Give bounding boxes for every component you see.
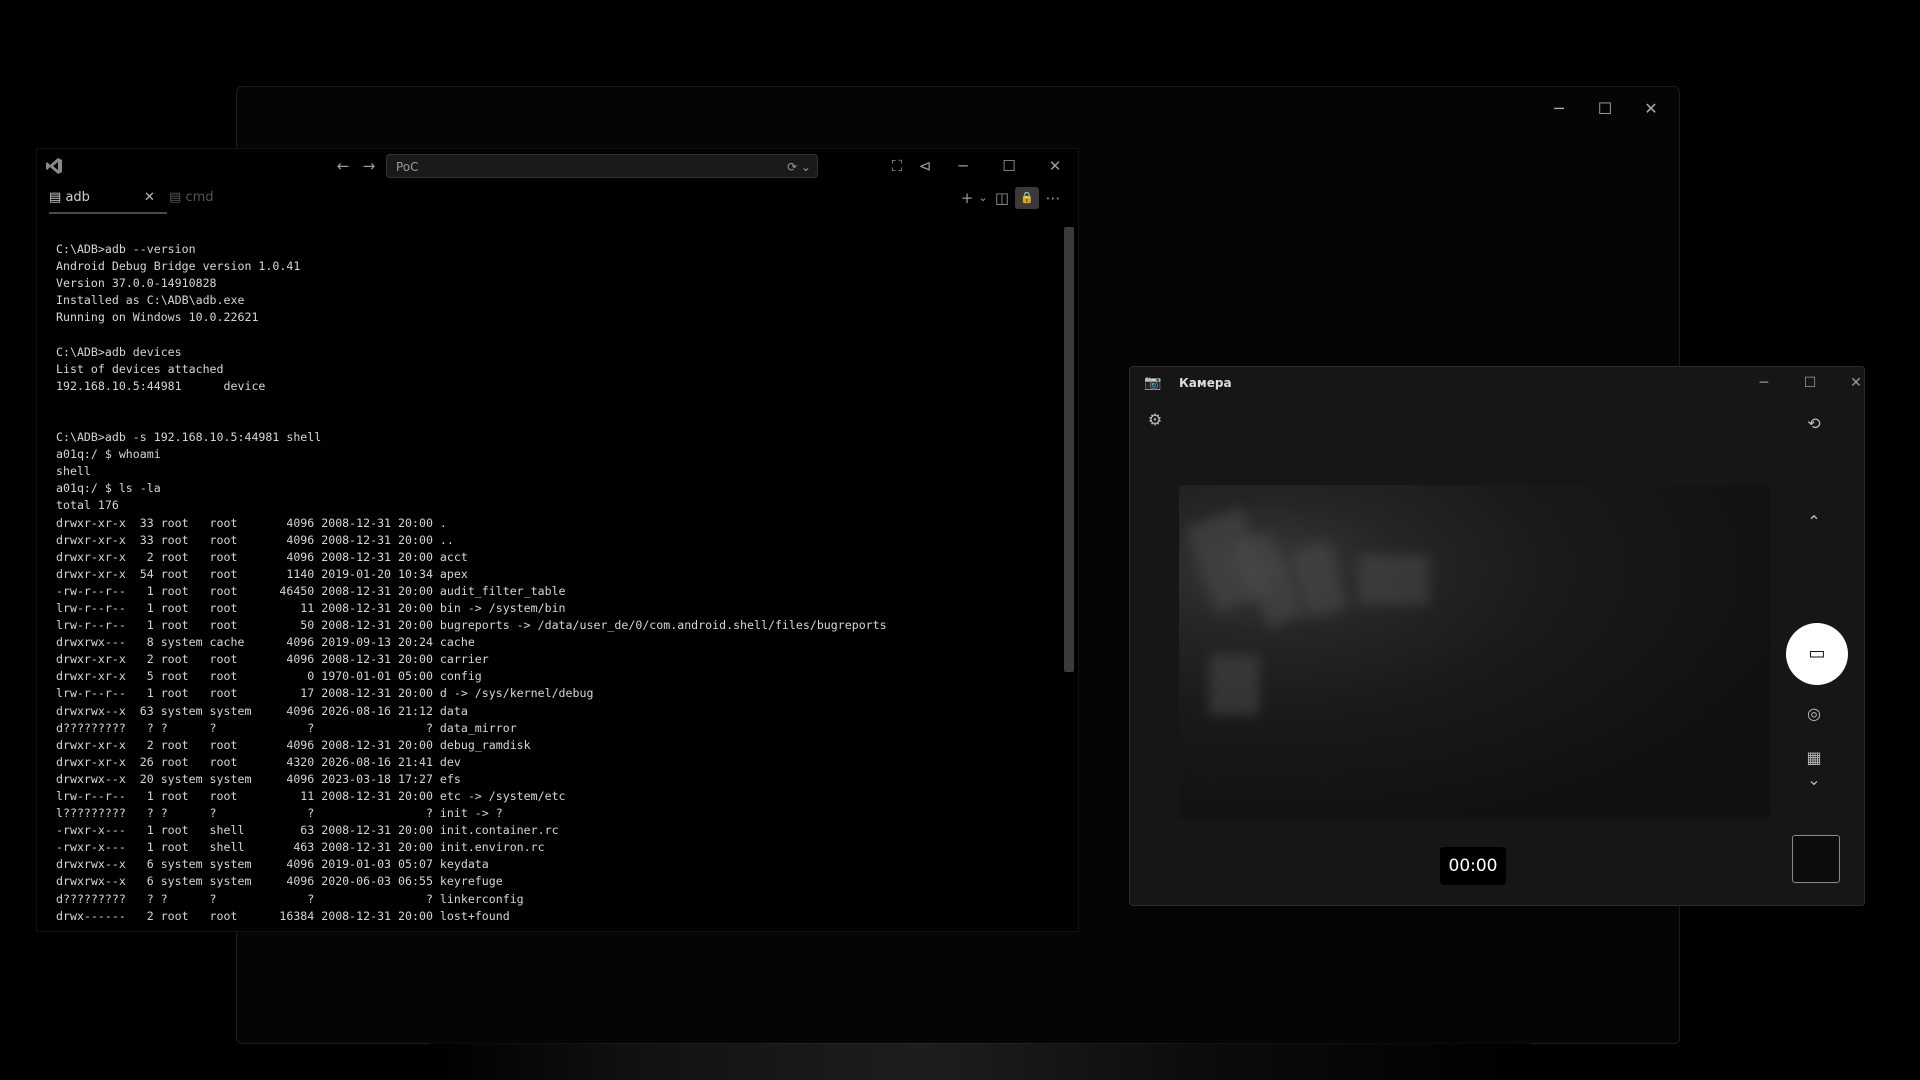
terminal-line: d????????? ? ? ? ? ? linkerconfig bbox=[56, 891, 524, 906]
maximize-button[interactable]: ☐ bbox=[997, 155, 1021, 177]
terminal-line: -rw-r--r-- 1 root root 46450 2008-12-31 … bbox=[56, 583, 566, 598]
terminal-line: a01q:/ $ whoami bbox=[56, 447, 161, 462]
terminal-titlebar: ← → PoC ⟳ ⌄ ⛶ ⊲ ─ ☐ ✕ bbox=[37, 149, 1078, 183]
terminal-line: drwxrwx--x 6 system system 4096 2020-06-… bbox=[56, 874, 503, 889]
fullscreen-icon[interactable]: ⛶ bbox=[885, 155, 909, 177]
terminal-line: drwxrwx--x 63 system system 4096 2026-08… bbox=[56, 703, 468, 718]
recording-timer: 00:00 bbox=[1440, 847, 1506, 885]
split-pane-icon[interactable]: ◫ bbox=[990, 187, 1014, 209]
vscode-icon bbox=[46, 158, 62, 174]
terminal-window: ← → PoC ⟳ ⌄ ⛶ ⊲ ─ ☐ ✕ ▤ adb ✕ ▤ cmd + ⌄ … bbox=[36, 148, 1079, 932]
lock-icon[interactable]: 🔒 bbox=[1015, 187, 1039, 209]
terminal-line: C:\ADB>adb --version bbox=[56, 242, 196, 256]
terminal-line: 192.168.10.5:44981 device bbox=[56, 378, 266, 393]
photo-mode-icon[interactable]: ◎ bbox=[1799, 701, 1829, 727]
camera-app-icon: 📷 bbox=[1144, 375, 1162, 391]
scrollbar[interactable] bbox=[1064, 227, 1074, 672]
terminal-tab-icon: ▤ bbox=[49, 190, 62, 205]
gallery-thumbnail[interactable] bbox=[1792, 835, 1840, 883]
terminal-output[interactable]: C:\ADB>adb --version Android Debug Bridge… bbox=[56, 241, 1066, 921]
terminal-line: drwxrwx--x 20 system system 4096 2023-03… bbox=[56, 771, 461, 786]
address-text: PoC bbox=[396, 160, 419, 174]
tab-label: cmd bbox=[185, 190, 214, 205]
terminal-line: d????????? ? ? ? ? ? data_mirror bbox=[56, 720, 517, 735]
terminal-line: drwxr-xr-x 2 root root 4096 2008-12-31 2… bbox=[56, 652, 489, 667]
terminal-line: drwxr-xr-x 2 root root 4096 2008-12-31 2… bbox=[56, 737, 531, 752]
camera-maximize-button[interactable]: ☐ bbox=[1796, 373, 1824, 393]
terminal-line: drwxrwx--x 6 system system 4096 2019-01-… bbox=[56, 857, 489, 872]
chevron-up-icon[interactable]: ⌃ bbox=[1799, 509, 1829, 535]
background-maximize-button[interactable]: ☐ bbox=[1585, 97, 1625, 121]
refresh-dropdown-icon[interactable]: ⟳ ⌄ bbox=[787, 155, 811, 179]
terminal-line: drwxrwx--- 8 system cache 4096 2019-09-1… bbox=[56, 635, 475, 650]
camera-window: 📷 Камера ─ ☐ ✕ ⚙ ⟲ ⌃ ▭ ◎ ▦ ⌄ 00:00 bbox=[1129, 366, 1865, 906]
close-button[interactable]: ✕ bbox=[1043, 155, 1067, 177]
terminal-line: Running on Windows 10.0.22621 bbox=[56, 310, 259, 325]
tab-bar: ▤ adb ✕ ▤ cmd + ⌄ ◫ 🔒 ⋯ bbox=[37, 183, 1078, 214]
close-tab-icon[interactable]: ✕ bbox=[144, 187, 155, 209]
terminal-line: drwxr-xr-x 33 root root 4096 2008-12-31 … bbox=[56, 515, 447, 530]
terminal-line: a01q:/ $ ls -la bbox=[56, 481, 161, 496]
terminal-line: total 176 bbox=[56, 498, 119, 513]
terminal-line: Version 37.0.0-14910828 bbox=[56, 276, 217, 291]
terminal-line: Installed as C:\ADB\adb.exe bbox=[56, 293, 245, 308]
terminal-line: lrw-r--r-- 1 root root 17 2008-12-31 20:… bbox=[56, 686, 594, 701]
camera-preview bbox=[1179, 485, 1771, 819]
camera-close-button[interactable]: ✕ bbox=[1842, 373, 1870, 393]
terminal-line: List of devices attached bbox=[56, 361, 224, 376]
tab-adb[interactable]: ▤ adb ✕ bbox=[49, 187, 167, 214]
pin-icon[interactable]: ⊲ bbox=[913, 155, 937, 177]
terminal-line: Android Debug Bridge version 1.0.41 bbox=[56, 259, 301, 274]
active-tab-indicator bbox=[49, 212, 167, 214]
more-options-icon[interactable]: ⋯ bbox=[1041, 187, 1065, 209]
terminal-tab-icon: ▤ bbox=[169, 190, 182, 205]
terminal-line: lrw-r--r-- 1 root root 11 2008-12-31 20:… bbox=[56, 789, 566, 803]
terminal-line: lrw-r--r-- 1 root root 50 2008-12-31 20:… bbox=[56, 618, 887, 633]
switch-camera-icon[interactable]: ⟲ bbox=[1799, 411, 1829, 437]
background-close-button[interactable]: ✕ bbox=[1631, 97, 1671, 121]
terminal-line: drwxr-xr-x 54 root root 1140 2019-01-20 … bbox=[56, 566, 468, 581]
terminal-line: shell bbox=[56, 464, 91, 479]
chevron-down-icon[interactable]: ⌄ bbox=[1799, 767, 1829, 793]
camera-minimize-button[interactable]: ─ bbox=[1750, 373, 1778, 393]
terminal-line: drwxr-xr-x 5 root root 0 1970-01-01 05:0… bbox=[56, 669, 482, 684]
background-minimize-button[interactable]: ─ bbox=[1539, 97, 1579, 121]
tab-cmd[interactable]: ▤ cmd bbox=[169, 187, 214, 209]
record-video-button[interactable]: ▭ bbox=[1786, 623, 1848, 685]
video-camera-icon: ▭ bbox=[1808, 643, 1826, 664]
address-bar[interactable]: PoC ⟳ ⌄ bbox=[386, 154, 818, 178]
tab-label: adb bbox=[65, 190, 90, 205]
terminal-line: -rwxr-x--- 1 root shell 63 2008-12-31 20… bbox=[56, 823, 559, 838]
forward-arrow-icon[interactable]: → bbox=[357, 155, 381, 177]
terminal-line: drwxr-xr-x 26 root root 4320 2026-08-16 … bbox=[56, 754, 461, 769]
terminal-line: C:\ADB>adb devices bbox=[56, 344, 182, 359]
terminal-line: drwx------ 2 root root 16384 2008-12-31 … bbox=[56, 908, 510, 921]
minimize-button[interactable]: ─ bbox=[951, 155, 975, 177]
desktop-wallpaper-strip bbox=[430, 1043, 1530, 1080]
settings-gear-icon[interactable]: ⚙ bbox=[1140, 407, 1170, 433]
terminal-line: C:\ADB>adb -s 192.168.10.5:44981 shell bbox=[56, 430, 322, 445]
terminal-line: l????????? ? ? ? ? ? init -> ? bbox=[56, 806, 503, 821]
terminal-line: drwxr-xr-x 2 root root 4096 2008-12-31 2… bbox=[56, 549, 468, 564]
terminal-line: lrw-r--r-- 1 root root 11 2008-12-31 20:… bbox=[56, 600, 566, 615]
terminal-line: drwxr-xr-x 33 root root 4096 2008-12-31 … bbox=[56, 532, 454, 547]
window-title: Камера bbox=[1179, 376, 1232, 390]
back-arrow-icon[interactable]: ← bbox=[331, 155, 355, 177]
terminal-line: -rwxr-x--- 1 root shell 463 2008-12-31 2… bbox=[56, 840, 545, 855]
